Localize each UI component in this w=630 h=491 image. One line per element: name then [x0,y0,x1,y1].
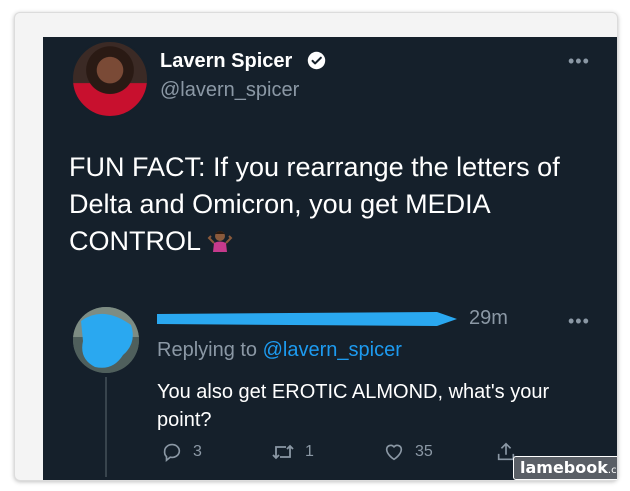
verified-badge-icon [307,51,326,70]
replying-mention[interactable]: @lavern_spicer [263,339,402,361]
reply-time[interactable]: 29m [469,307,508,330]
tweet-text: FUN FACT: If you rearrange the letters o… [69,149,599,264]
reply-avatar[interactable] [73,307,139,373]
like-action[interactable]: 35 [383,441,433,463]
reply-action[interactable]: 3 [161,441,202,463]
watermark-suffix: .com [607,465,617,476]
thread-line [105,377,107,477]
tweet-screenshot: Lavern Spicer @lavern_spicer ••• FUN FAC… [43,37,617,480]
author-name[interactable]: Lavern Spicer [160,50,292,73]
lamebook-watermark: lamebook.com [513,456,617,480]
retweet-count: 1 [305,443,314,460]
screenshot-frame: Lavern Spicer @lavern_spicer ••• FUN FAC… [14,12,618,481]
like-count: 35 [415,443,433,460]
author-handle[interactable]: @lavern_spicer [160,79,299,102]
replying-prefix: Replying to [157,339,258,361]
more-icon[interactable]: ••• [568,51,590,72]
redacted-reply-author [157,312,457,326]
reply-more-icon[interactable]: ••• [568,311,590,332]
reply-icon [163,443,181,463]
watermark-brand: lamebook [520,458,608,477]
retweet-action[interactable]: 1 [271,441,314,463]
reply-text: You also get EROTIC ALMOND, what's your … [157,381,550,431]
retweet-icon [272,444,294,460]
reply-count: 3 [193,443,202,460]
like-icon [385,444,403,461]
author-avatar[interactable] [71,40,149,118]
tweet-body: FUN FACT: If you rearrange the letters o… [69,152,560,256]
shrug-emoji-icon [207,227,233,264]
replying-to-line: Replying to @lavern_spicer [157,339,402,362]
